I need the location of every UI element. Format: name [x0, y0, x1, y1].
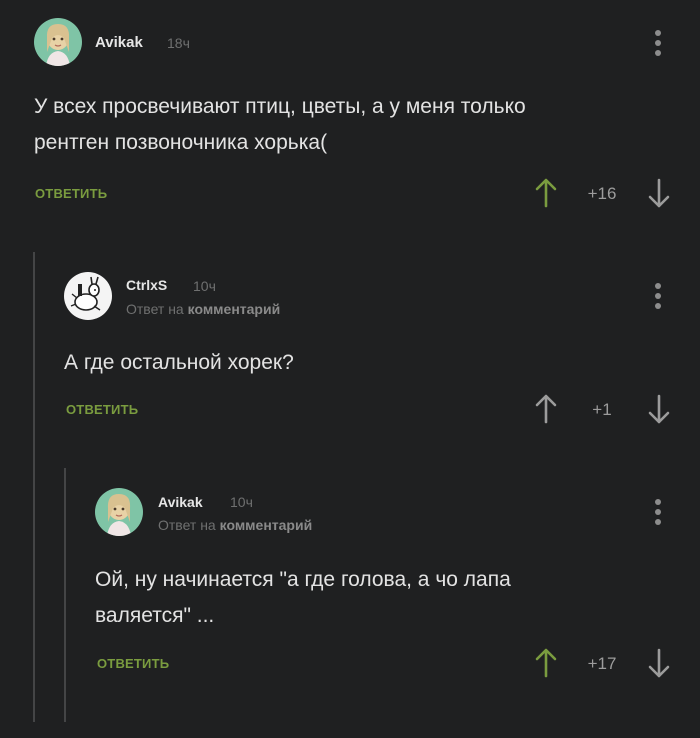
arrow-down-icon[interactable]: [647, 648, 671, 678]
arrow-up-icon[interactable]: [534, 648, 558, 678]
rating: +17: [587, 654, 617, 673]
comment-text-line: валяется" ...: [95, 604, 215, 627]
reply-to-prefix: Ответ на: [158, 517, 216, 533]
comment: Avikak 10ч Ответ на комментарий Ой, ну н…: [0, 0, 700, 720]
comment-thread: Avikak 18ч У всех просвечивают птиц, цве…: [0, 0, 700, 738]
reply-to-link[interactable]: комментарий: [220, 517, 313, 533]
avatar-image: [95, 488, 143, 536]
reply-to-label: Ответ на комментарий: [158, 517, 312, 533]
reply-button[interactable]: ОТВЕТИТЬ: [97, 656, 169, 671]
timestamp: 10ч: [230, 494, 253, 510]
avatar[interactable]: [95, 488, 143, 536]
username[interactable]: Avikak: [158, 494, 203, 510]
more-vertical-icon[interactable]: [655, 499, 661, 525]
comment-text-line: Ой, ну начинается "а где голова, а чо ла…: [95, 568, 511, 591]
comment-text: Ой, ну начинается "а где голова, а чо ла…: [95, 562, 635, 634]
